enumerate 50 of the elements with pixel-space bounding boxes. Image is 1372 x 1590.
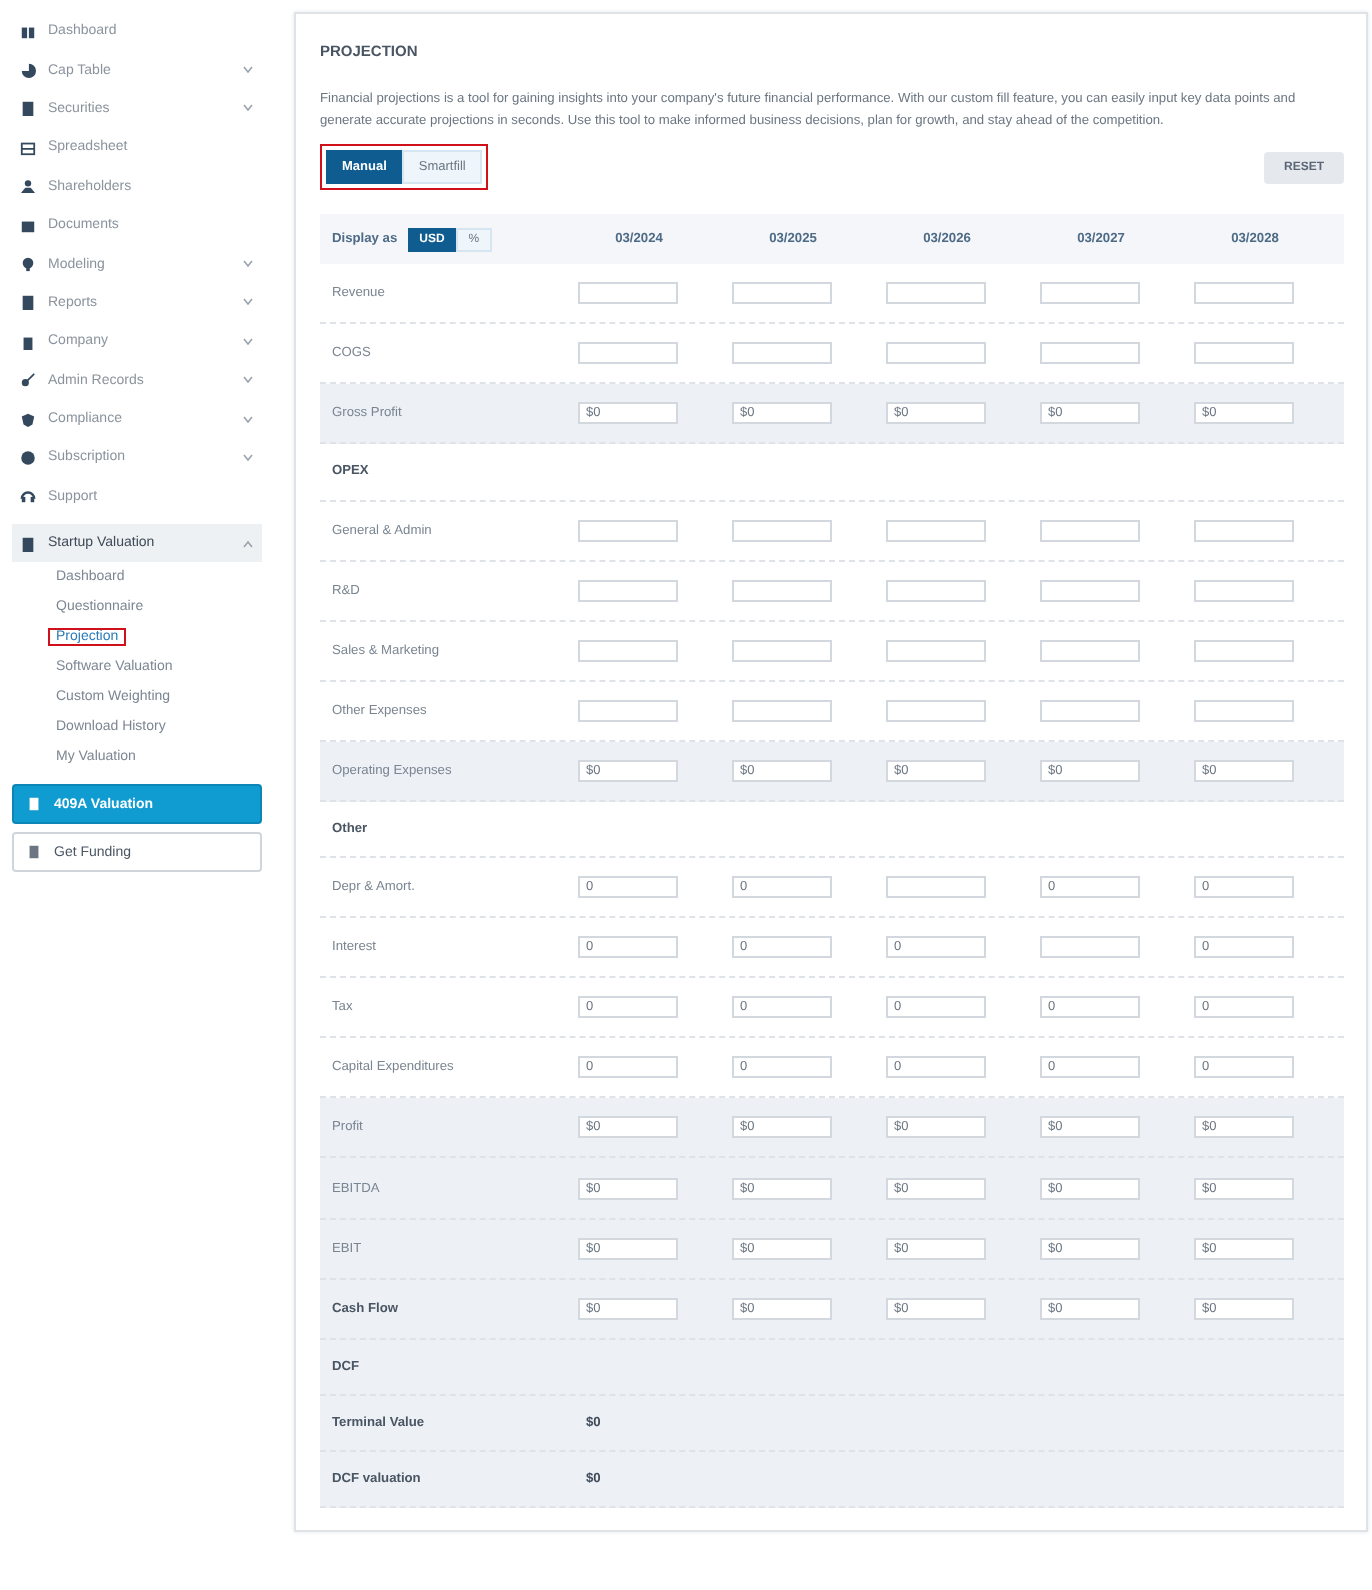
value-field[interactable] bbox=[732, 579, 832, 602]
value-field[interactable] bbox=[1040, 282, 1140, 305]
value-field[interactable] bbox=[1040, 579, 1140, 602]
chevron-icon bbox=[242, 376, 254, 385]
document-icon bbox=[20, 535, 36, 552]
grid-icon bbox=[20, 23, 36, 40]
value-field[interactable] bbox=[886, 579, 986, 602]
value-field[interactable] bbox=[1194, 699, 1294, 722]
value-field[interactable] bbox=[1194, 519, 1294, 542]
value-field[interactable] bbox=[1040, 936, 1140, 959]
value-field[interactable] bbox=[578, 699, 678, 722]
value-field[interactable] bbox=[578, 519, 678, 542]
shield-icon bbox=[20, 411, 36, 428]
chevron-icon bbox=[242, 104, 254, 113]
value-field[interactable] bbox=[1040, 519, 1140, 542]
document-icon bbox=[20, 294, 36, 311]
table-icon bbox=[20, 139, 36, 156]
chevron-icon bbox=[242, 260, 254, 269]
value-field[interactable] bbox=[732, 282, 832, 305]
document-icon bbox=[26, 796, 42, 813]
chevron-icon bbox=[242, 337, 254, 346]
chevron-icon bbox=[242, 298, 254, 307]
headset-icon bbox=[20, 488, 36, 505]
bulb-icon bbox=[20, 256, 36, 273]
value-field[interactable] bbox=[732, 699, 832, 722]
value-field[interactable] bbox=[732, 639, 832, 662]
value-field[interactable] bbox=[578, 579, 678, 602]
chevron-icon bbox=[242, 415, 254, 424]
value-field[interactable] bbox=[732, 519, 832, 542]
person-icon bbox=[20, 178, 36, 195]
chevron-icon bbox=[242, 66, 254, 75]
value-field[interactable] bbox=[732, 342, 832, 365]
value-field[interactable] bbox=[1194, 282, 1294, 305]
value-field[interactable] bbox=[578, 342, 678, 365]
value-field[interactable] bbox=[1040, 699, 1140, 722]
value-field[interactable] bbox=[886, 342, 986, 365]
value-field[interactable] bbox=[1194, 342, 1294, 365]
value-field[interactable] bbox=[578, 282, 678, 305]
value-field[interactable] bbox=[886, 699, 986, 722]
value-field[interactable] bbox=[886, 519, 986, 542]
value-field[interactable] bbox=[1194, 639, 1294, 662]
value-field[interactable] bbox=[1040, 342, 1140, 365]
value-field[interactable] bbox=[1194, 579, 1294, 602]
value-field[interactable] bbox=[886, 282, 986, 305]
pie-icon bbox=[20, 62, 36, 79]
value-field[interactable] bbox=[886, 876, 986, 899]
value-field[interactable] bbox=[886, 639, 986, 662]
value-field[interactable] bbox=[578, 639, 678, 662]
value-field[interactable] bbox=[1040, 639, 1140, 662]
chevron-icon bbox=[242, 453, 254, 462]
